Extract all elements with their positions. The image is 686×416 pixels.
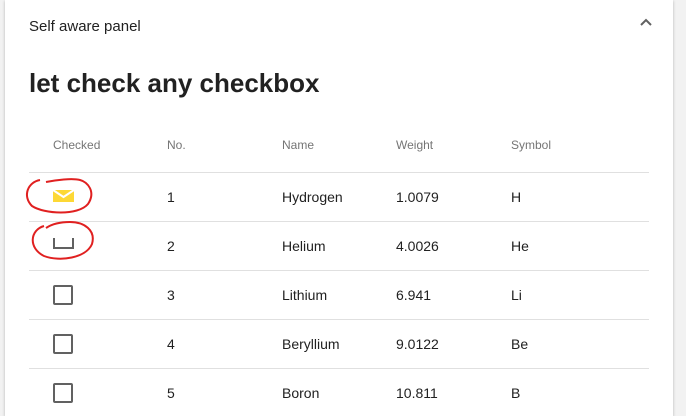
row-3-checkbox[interactable] bbox=[53, 284, 73, 305]
checked-cell bbox=[29, 172, 167, 222]
row-no: 5 bbox=[167, 368, 282, 416]
checked-cell bbox=[29, 221, 167, 271]
table-row: 1 Hydrogen 1.0079 H bbox=[29, 172, 649, 222]
page-heading: let check any checkbox bbox=[29, 68, 320, 98]
row-symbol: B bbox=[511, 368, 649, 416]
row-name: Beryllium bbox=[282, 319, 396, 369]
row-weight: 1.0079 bbox=[396, 172, 511, 222]
row-weight: 6.941 bbox=[396, 270, 511, 320]
row-symbol: H bbox=[511, 172, 649, 222]
row-no: 3 bbox=[167, 270, 282, 320]
checked-checkbox-icon bbox=[53, 188, 75, 202]
panel-header[interactable]: Self aware panel bbox=[5, 0, 673, 54]
panel-title: Self aware panel bbox=[29, 18, 141, 35]
column-header-symbol: Symbol bbox=[511, 118, 649, 173]
table-row: 3 Lithium 6.941 Li bbox=[29, 270, 649, 320]
row-symbol: Be bbox=[511, 319, 649, 369]
table-row: 2 Helium 4.0026 He bbox=[29, 221, 649, 271]
row-symbol: Li bbox=[511, 270, 649, 320]
column-header-checked: Checked bbox=[29, 118, 167, 173]
row-no: 2 bbox=[167, 221, 282, 271]
row-symbol: He bbox=[511, 221, 649, 271]
row-4-checkbox[interactable] bbox=[53, 333, 73, 354]
chevron-up-icon[interactable] bbox=[637, 14, 655, 32]
elements-table: Checked No. Name Weight Symbol 1 Hydroge… bbox=[29, 118, 649, 416]
table-row: 5 Boron 10.811 B bbox=[29, 368, 649, 416]
row-weight: 4.0026 bbox=[396, 221, 511, 271]
row-5-checkbox[interactable] bbox=[53, 382, 73, 403]
checked-cell bbox=[29, 368, 167, 416]
row-weight: 10.811 bbox=[396, 368, 511, 416]
checked-cell bbox=[29, 319, 167, 369]
row-name: Lithium bbox=[282, 270, 396, 320]
row-name: Hydrogen bbox=[282, 172, 396, 222]
checked-cell bbox=[29, 270, 167, 320]
row-name: Boron bbox=[282, 368, 396, 416]
row-1-checkbox[interactable] bbox=[53, 187, 75, 207]
column-header-no: No. bbox=[167, 118, 282, 173]
row-no: 4 bbox=[167, 319, 282, 369]
column-header-weight: Weight bbox=[396, 118, 511, 173]
row-name: Helium bbox=[282, 221, 396, 271]
table-row: 4 Beryllium 9.0122 Be bbox=[29, 319, 649, 369]
unchecked-checkbox-icon bbox=[53, 237, 74, 249]
row-weight: 9.0122 bbox=[396, 319, 511, 369]
column-header-name: Name bbox=[282, 118, 396, 173]
row-no: 1 bbox=[167, 172, 282, 222]
row-2-checkbox[interactable] bbox=[53, 236, 74, 256]
expansion-panel: Self aware panel let check any checkbox … bbox=[5, 0, 673, 416]
table-header-row: Checked No. Name Weight Symbol bbox=[29, 118, 649, 173]
